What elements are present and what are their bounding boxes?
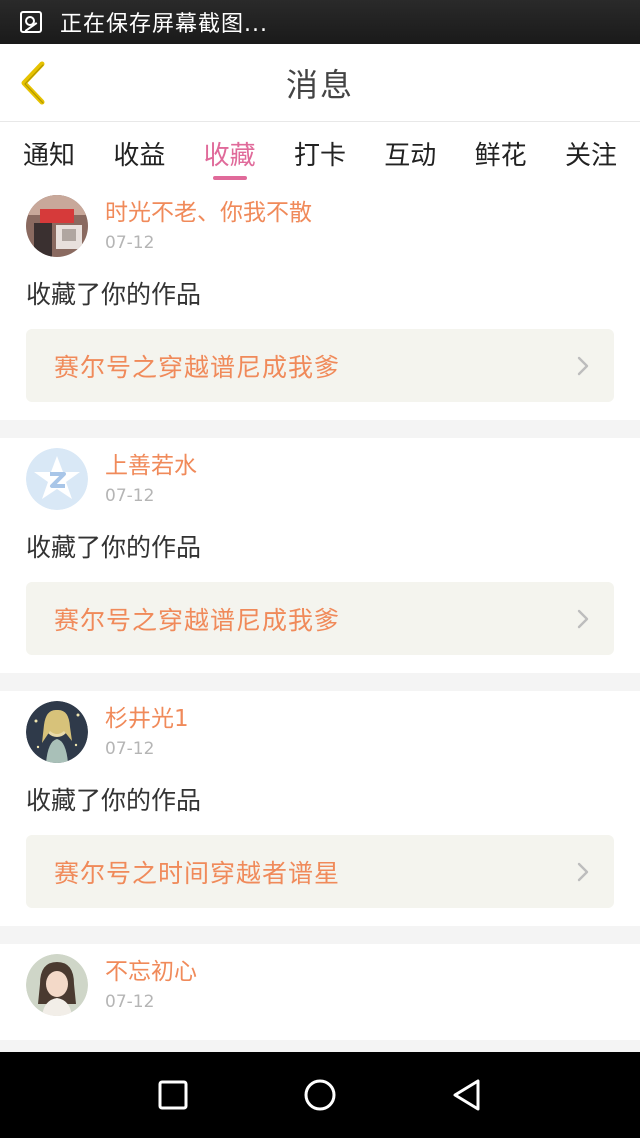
message-card: 不忘初心 07-12 [0, 944, 640, 1040]
tab-interactions[interactable]: 互动 [375, 123, 445, 185]
avatar[interactable] [26, 954, 88, 1016]
avatar[interactable] [26, 195, 88, 257]
avatar[interactable] [26, 701, 88, 763]
tab-bar: 通知 收益 收藏 打卡 互动 鲜花 关注 [0, 123, 640, 185]
message-card: 时光不老、你我不散 07-12 收藏了你的作品 赛尔号之穿越谱尼成我爹 [0, 185, 640, 420]
work-link[interactable]: 赛尔号之穿越谱尼成我爹 [26, 329, 614, 402]
back-nav-button[interactable] [447, 1075, 487, 1115]
triangle-back-icon [453, 1079, 480, 1111]
action-text: 收藏了你的作品 [26, 280, 202, 309]
tab-flowers[interactable]: 鲜花 [466, 123, 536, 185]
message-date: 07-12 [105, 486, 155, 506]
work-title: 赛尔号之穿越谱尼成我爹 [54, 352, 341, 382]
tab-favorites[interactable]: 收藏 [195, 123, 265, 185]
work-link[interactable]: 赛尔号之时间穿越者谱星 [26, 835, 614, 908]
action-text: 收藏了你的作品 [26, 533, 202, 562]
tab-notifications[interactable]: 通知 [14, 123, 84, 185]
action-text: 收藏了你的作品 [26, 786, 202, 815]
username[interactable]: 上善若水 [105, 452, 197, 480]
message-list[interactable]: 时光不老、你我不散 07-12 收藏了你的作品 赛尔号之穿越谱尼成我爹 上善若水 [0, 185, 640, 1052]
chevron-right-icon [577, 862, 589, 881]
screenshot-icon [20, 11, 42, 33]
message-date: 07-12 [105, 233, 155, 253]
work-link[interactable]: 赛尔号之穿越谱尼成我爹 [26, 582, 614, 655]
message-date: 07-12 [105, 739, 155, 759]
chevron-right-icon [577, 609, 589, 628]
system-nav-bar [0, 1052, 640, 1138]
status-text: 正在保存屏幕截图... [60, 12, 268, 37]
work-title: 赛尔号之时间穿越者谱星 [54, 858, 341, 888]
back-button[interactable] [14, 58, 54, 108]
square-icon [158, 1080, 188, 1110]
header: 消息 [0, 44, 640, 122]
chevron-right-icon [577, 356, 589, 375]
username[interactable]: 杉井光1 [105, 705, 189, 733]
username[interactable]: 时光不老、你我不散 [105, 199, 312, 227]
circle-icon [304, 1079, 336, 1111]
chevron-left-icon [21, 61, 45, 105]
tab-checkin[interactable]: 打卡 [285, 123, 355, 185]
work-title: 赛尔号之穿越谱尼成我爹 [54, 605, 341, 635]
home-button[interactable] [300, 1075, 340, 1115]
tab-earnings[interactable]: 收益 [104, 123, 174, 185]
avatar[interactable] [26, 448, 88, 510]
status-bar: 正在保存屏幕截图... [0, 0, 640, 44]
username[interactable]: 不忘初心 [105, 958, 197, 986]
message-card: 杉井光1 07-12 收藏了你的作品 赛尔号之时间穿越者谱星 [0, 691, 640, 926]
tab-following[interactable]: 关注 [556, 123, 626, 185]
recent-apps-button[interactable] [153, 1075, 193, 1115]
page-title: 消息 [285, 65, 354, 104]
message-date: 07-12 [105, 992, 155, 1012]
message-card: 上善若水 07-12 收藏了你的作品 赛尔号之穿越谱尼成我爹 [0, 438, 640, 673]
